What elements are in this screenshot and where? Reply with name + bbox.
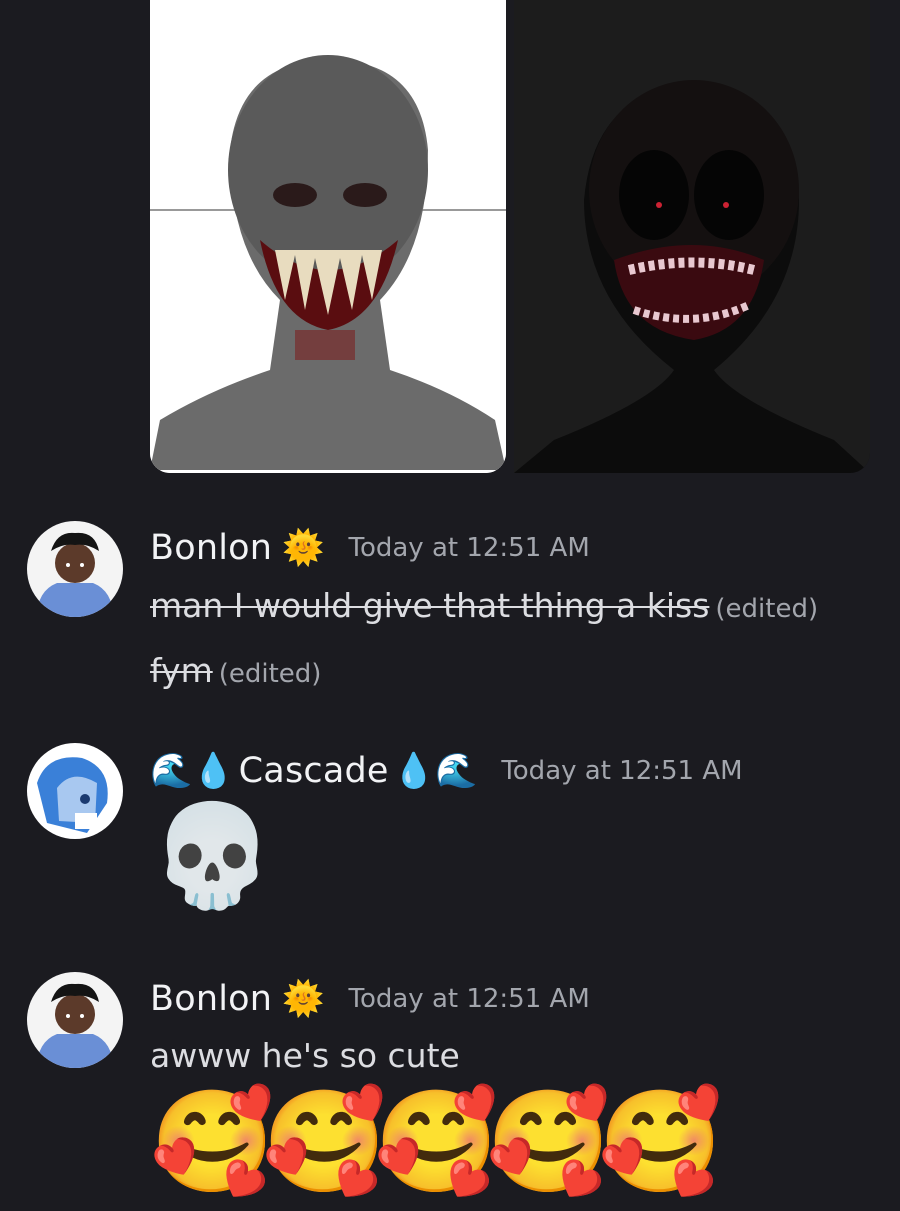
avatar[interactable] [27, 743, 123, 839]
smiling-face-with-hearts-icon: 🥰 [598, 1083, 723, 1200]
timestamp: Today at 12:51 AM [348, 984, 590, 1014]
sketch-drawing [150, 0, 506, 473]
avatar[interactable] [27, 972, 123, 1068]
edited-label: (edited) [715, 594, 819, 624]
smiling-face-with-hearts-icon: 🥰 [486, 1083, 611, 1200]
sun-with-face-icon: 🌞 [282, 979, 325, 1019]
message-text: awww he's so cute [150, 1036, 460, 1075]
skull-icon: 💀 [150, 797, 275, 914]
message-text: fym [150, 651, 213, 690]
username[interactable]: Bonlon [150, 528, 272, 568]
message-line: man I would give that thing a kiss (edite… [150, 586, 818, 625]
message-line: fym (edited) [150, 651, 321, 690]
smiling-face-with-hearts-icon: 🥰 [150, 1083, 275, 1200]
message-header: Bonlon 🌞 Today at 12:51 AM [150, 979, 590, 1019]
avatar[interactable] [27, 521, 123, 617]
edited-label: (edited) [218, 659, 322, 689]
dark-painting [514, 0, 870, 473]
timestamp: Today at 12:51 AM [348, 533, 590, 563]
message-header: Bonlon 🌞 Today at 12:51 AM [150, 528, 590, 568]
water-wave-icon: 🌊💧 [150, 751, 235, 791]
sun-with-face-icon: 🌞 [282, 528, 325, 568]
message-header: 🌊💧 Cascade 💧🌊 Today at 12:51 AM [150, 751, 743, 791]
smiling-face-with-hearts-icon: 🥰 [262, 1083, 387, 1200]
smiling-face-with-hearts-icon: 🥰 [374, 1083, 499, 1200]
username[interactable]: Cascade [239, 751, 389, 791]
username[interactable]: Bonlon [150, 979, 272, 1019]
timestamp: Today at 12:51 AM [501, 756, 743, 786]
message-text: man I would give that thing a kiss [150, 586, 710, 625]
attachment-image-sketch[interactable] [150, 0, 506, 473]
attachment-image-painting[interactable] [514, 0, 870, 473]
droplet-icon: 💧🌊 [392, 751, 478, 791]
